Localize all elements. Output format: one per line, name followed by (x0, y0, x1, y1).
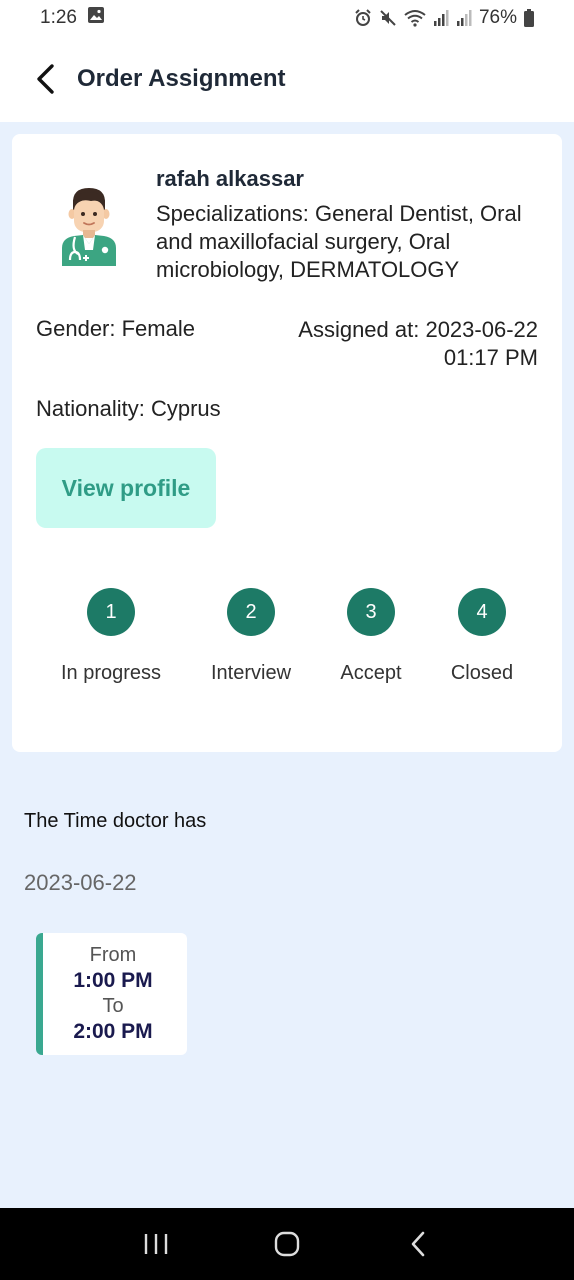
gallery-icon (87, 6, 105, 30)
step-label: Accept (340, 662, 402, 684)
doctor-nationality: Nationality: Cyprus (36, 396, 221, 421)
nav-back-button[interactable] (388, 1214, 448, 1274)
slot-from-time: 1:00 PM (73, 969, 153, 992)
recent-apps-button[interactable] (126, 1214, 186, 1274)
arrow-back-icon (37, 64, 54, 94)
battery-icon (524, 9, 534, 27)
alarm-icon (354, 9, 372, 27)
step-in-progress: 1 In progress (41, 588, 181, 685)
doctor-gender: Gender: Female (36, 316, 195, 341)
step-label: Closed (450, 662, 514, 684)
battery-percent: 76% (478, 7, 517, 28)
signal-icon-2 (456, 9, 472, 27)
assigned-at-time: 01:17 PM (443, 345, 538, 370)
step-interview: 2 Interview (181, 588, 321, 685)
time-slot-card[interactable]: From 1:00 PM To 2:00 PM (36, 933, 187, 1055)
doctor-avatar-icon (58, 180, 120, 266)
slot-from-label: From (89, 944, 137, 966)
doctor-card: rafah alkassar Specializations: General … (12, 134, 562, 752)
system-nav-bar (0, 1208, 574, 1280)
step-label: Interview (210, 662, 292, 684)
assigned-at-date: Assigned at: 2023-06-22 (298, 317, 538, 342)
step-number: 3 (347, 588, 395, 636)
wifi-icon (404, 9, 426, 27)
step-number: 2 (227, 588, 275, 636)
assigned-at: Assigned at: 2023-06-22 01:17 PM (238, 316, 538, 372)
app-bar: Order Assignment (0, 36, 574, 122)
page-title: Order Assignment (77, 65, 286, 92)
home-button[interactable] (257, 1214, 317, 1274)
step-number: 4 (458, 588, 506, 636)
step-number: 1 (87, 588, 135, 636)
back-button[interactable] (16, 49, 76, 109)
nav-back-icon (412, 1231, 425, 1257)
home-icon (274, 1231, 300, 1257)
slot-to-label: To (102, 995, 124, 1017)
schedule-date: 2023-06-22 (24, 870, 137, 895)
doctor-specializations: Specializations: General Dentist, Oral a… (156, 201, 522, 282)
view-profile-button[interactable]: View profile (36, 448, 216, 528)
step-label: In progress (60, 662, 162, 684)
step-closed: 4 Closed (412, 588, 552, 685)
status-bar: 1:26 76% (0, 0, 574, 36)
recent-apps-icon (144, 1234, 167, 1254)
schedule-heading: The Time doctor has (24, 810, 207, 832)
doctor-name: rafah alkassar (156, 166, 304, 191)
slot-to-time: 2:00 PM (73, 1020, 153, 1043)
status-time: 1:26 (40, 7, 77, 28)
mute-icon (379, 9, 397, 27)
signal-icon (433, 9, 449, 27)
